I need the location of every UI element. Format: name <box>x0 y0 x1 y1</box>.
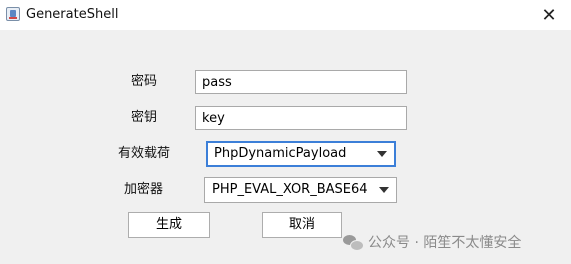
cryption-select[interactable]: PHP_EVAL_XOR_BASE64 <box>204 177 397 203</box>
payload-label: 有效载荷 <box>118 146 171 161</box>
password-label: 密码 <box>131 74 158 89</box>
watermark: 公众号 · 陌笙不太懂安全 <box>343 232 521 252</box>
cryption-select-value: PHP_EVAL_XOR_BASE64 <box>212 182 368 197</box>
java-app-icon <box>6 7 20 21</box>
title-bar[interactable]: GenerateShell ✕ <box>0 0 571 30</box>
generate-shell-window: GenerateShell ✕ 密码 密钥 有效载荷 PhpDynamicPay… <box>0 0 571 264</box>
payload-select[interactable]: PhpDynamicPayload <box>206 141 396 167</box>
generate-button[interactable]: 生成 <box>128 212 210 238</box>
window-title: GenerateShell <box>26 7 119 22</box>
cancel-button[interactable]: 取消 <box>262 212 342 238</box>
chevron-down-icon <box>379 187 389 193</box>
payload-select-value: PhpDynamicPayload <box>214 146 347 161</box>
key-label: 密钥 <box>131 110 158 125</box>
wechat-icon <box>343 234 364 251</box>
chevron-down-icon <box>377 151 387 157</box>
cryption-label: 加密器 <box>124 182 164 197</box>
close-button[interactable]: ✕ <box>527 0 571 30</box>
password-field[interactable] <box>195 70 407 94</box>
key-field[interactable] <box>195 106 407 130</box>
watermark-text: 公众号 · 陌笙不太懂安全 <box>368 235 522 251</box>
